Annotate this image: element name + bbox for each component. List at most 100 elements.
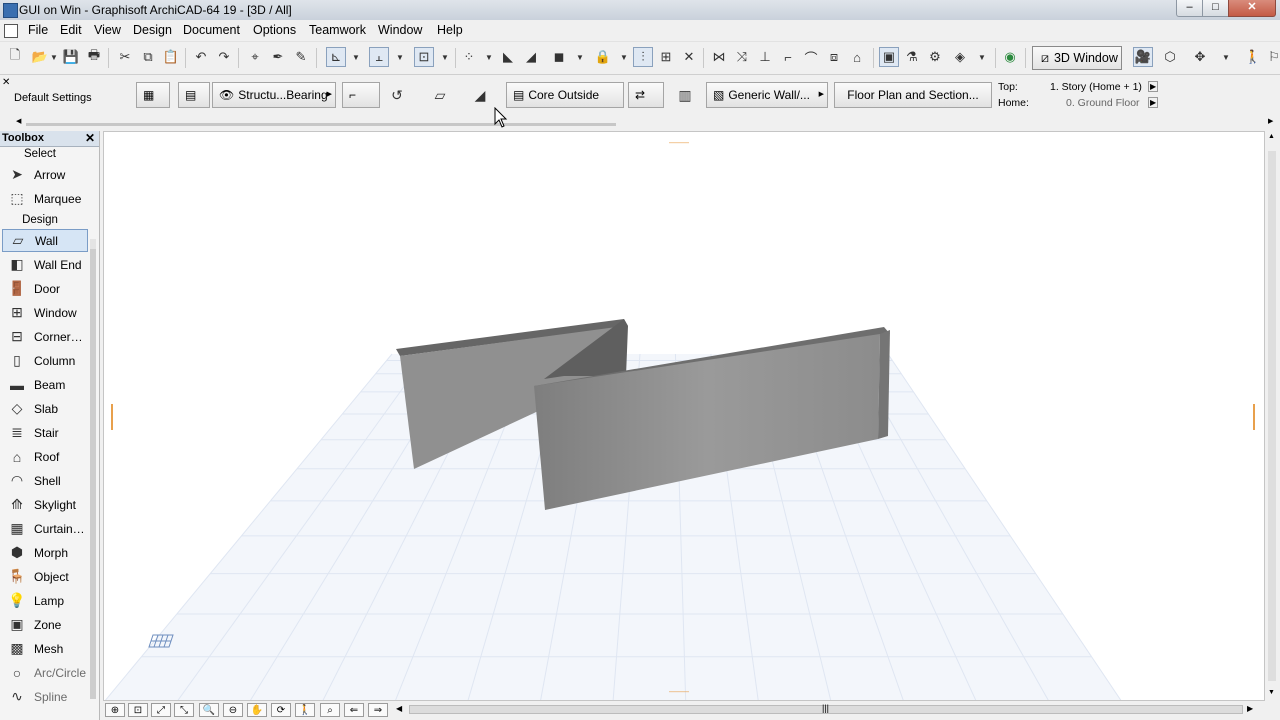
chamfer-icon[interactable]: ⌒: [801, 47, 821, 67]
scroll-thumb[interactable]: [26, 123, 616, 126]
magnify-icon[interactable]: 🔍: [199, 703, 219, 717]
grid-snap-dropdown[interactable]: ▼: [484, 47, 494, 67]
tool-wall[interactable]: ▱ Wall: [2, 229, 88, 252]
fillet-icon[interactable]: ⌐: [778, 47, 798, 67]
tool-corner[interactable]: ⊟ Corner…: [2, 325, 88, 348]
group-dropdown[interactable]: ▼: [575, 47, 585, 67]
toolbox-scroll-thumb[interactable]: [90, 249, 96, 699]
tool-beam[interactable]: ▬ Beam: [2, 373, 88, 396]
vertical-scroll-thumb[interactable]: [1268, 151, 1276, 681]
tool-arrow[interactable]: ➤ Arrow: [2, 163, 88, 186]
3d-viewport[interactable]: –––– ––––: [103, 131, 1265, 701]
tool-lamp[interactable]: 💡 Lamp: [2, 589, 88, 612]
favorites-icon[interactable]: ◈: [950, 47, 970, 67]
open-folder-icon[interactable]: 📂: [30, 47, 50, 67]
navigator-icon[interactable]: ✥: [1190, 47, 1210, 67]
explore-icon[interactable]: 🚶: [295, 703, 315, 717]
tool-spline[interactable]: ∿ Spline: [2, 685, 88, 708]
scroll-up-icon[interactable]: ▲: [1268, 133, 1275, 140]
adjust-icon[interactable]: ⤨: [732, 47, 752, 67]
redo-icon[interactable]: ↷: [214, 47, 234, 67]
tool-door[interactable]: 🚪 Door: [2, 277, 88, 300]
guide-lines-icon[interactable]: ⊾: [326, 47, 346, 67]
intersect-icon[interactable]: ⊥: [755, 47, 775, 67]
tool-skylight[interactable]: ⟰ Skylight: [2, 493, 88, 516]
core-position-button[interactable]: ▤ Core Outside: [506, 82, 624, 108]
menu-options[interactable]: Options: [253, 23, 296, 37]
info-box-scrollbar[interactable]: ◀ ▶: [16, 117, 1276, 128]
home-story-value[interactable]: 0. Ground Floor: [1066, 97, 1140, 109]
menu-edit[interactable]: Edit: [60, 23, 82, 37]
close-window-button[interactable]: ✕: [1228, 0, 1276, 17]
find-select-icon[interactable]: ⌖: [245, 47, 265, 67]
scroll-down-icon[interactable]: ▼: [1268, 689, 1275, 696]
tool-window[interactable]: ⊞ Window: [2, 301, 88, 324]
archicad-app-icon[interactable]: [3, 3, 18, 18]
toolbox-close-icon[interactable]: ✕: [85, 131, 95, 145]
save-icon[interactable]: 💾: [61, 47, 81, 67]
record-icon[interactable]: ◉: [1000, 47, 1020, 67]
tool-mesh[interactable]: ▩ Mesh: [2, 637, 88, 660]
tool-slab[interactable]: ◇ Slab: [2, 397, 88, 420]
menu-file[interactable]: File: [28, 23, 48, 37]
top-story-value[interactable]: 1. Story (Home + 1): [1050, 81, 1142, 93]
3d-box-icon[interactable]: ⬡: [1160, 47, 1180, 67]
lock-dropdown[interactable]: ▼: [619, 47, 629, 67]
zoom-window-icon[interactable]: ⊡: [128, 703, 148, 717]
pick-up-parameters-icon[interactable]: ✒: [268, 47, 288, 67]
scroll-left-icon[interactable]: ◀: [16, 117, 21, 125]
maximize-button[interactable]: □: [1202, 0, 1229, 17]
tool-marquee[interactable]: ⬚ Marquee: [2, 187, 88, 210]
more-icon[interactable]: ⚐: [1264, 47, 1280, 67]
menu-document[interactable]: Document: [183, 23, 240, 37]
favorites-dropdown[interactable]: ▼: [977, 47, 987, 67]
snap-guides-icon[interactable]: ⫠: [369, 47, 389, 67]
gravity-dropdown[interactable]: ▼: [440, 47, 450, 67]
navigate-forward-icon[interactable]: ⇒: [368, 703, 388, 717]
camera-icon[interactable]: 🎥: [1133, 47, 1153, 67]
menu-view[interactable]: View: [94, 23, 121, 37]
marquee-select-icon[interactable]: ▣: [879, 47, 899, 67]
reference-line-button[interactable]: ⌐: [342, 82, 380, 108]
cross-tool-icon[interactable]: ✕: [679, 47, 699, 67]
menu-teamwork[interactable]: Teamwork: [309, 23, 366, 37]
tool-morph[interactable]: ⬢ Morph: [2, 541, 88, 564]
scroll-left-icon[interactable]: ◀: [396, 704, 402, 713]
minimize-button[interactable]: –: [1176, 0, 1203, 17]
home-story-arrow-icon[interactable]: ▶: [1148, 97, 1159, 108]
print-icon[interactable]: 🖶: [84, 47, 104, 67]
info-box-close-icon[interactable]: ✕: [2, 77, 10, 88]
viewport-vertical-scrollbar[interactable]: ▲ ▼: [1266, 131, 1278, 701]
flip-button[interactable]: ⇄: [628, 82, 664, 108]
wall-trapezoid-icon[interactable]: ◢: [469, 85, 491, 105]
new-file-icon[interactable]: 🗋: [5, 47, 25, 67]
tool-arc-circle[interactable]: ○ Arc/Circle: [2, 661, 88, 684]
3d-window-button[interactable]: ⧄ 3D Window: [1032, 46, 1122, 70]
floor-plan-section-button[interactable]: Floor Plan and Section...: [834, 82, 992, 108]
suspend-groups-icon[interactable]: ◣: [498, 47, 518, 67]
group-design[interactable]: Design: [0, 214, 80, 226]
tool-zone[interactable]: ▣ Zone: [2, 613, 88, 636]
wall-settings-button[interactable]: ▦: [136, 82, 170, 108]
group-icon[interactable]: ◼: [549, 47, 569, 67]
menu-help[interactable]: Help: [437, 23, 463, 37]
cut-icon[interactable]: ✂: [115, 47, 135, 67]
layer-visibility-icon[interactable]: ⫶: [633, 47, 653, 67]
layout-book-icon[interactable]: ⊞: [656, 47, 676, 67]
zoom-previous-icon[interactable]: ⤢: [151, 703, 171, 717]
geometry-curved-icon[interactable]: ↺: [386, 85, 408, 105]
pan-icon[interactable]: ✋: [247, 703, 267, 717]
toolbox-header[interactable]: Toolbox ✕: [0, 131, 99, 147]
tool-roof[interactable]: ⌂ Roof: [2, 445, 88, 468]
lock-icon[interactable]: 🔒: [593, 47, 613, 67]
tool-curtain[interactable]: ▦ Curtain…: [2, 517, 88, 540]
group-select[interactable]: Select: [0, 148, 80, 160]
tool-stair[interactable]: ≣ Stair: [2, 421, 88, 444]
toolbox-scrollbar[interactable]: [90, 239, 96, 699]
grid-snap-icon[interactable]: ⁘: [459, 47, 479, 67]
tool-object[interactable]: 🪑 Object: [2, 565, 88, 588]
search-view-icon[interactable]: ⌕: [320, 703, 340, 717]
tool-column[interactable]: ▯ Column: [2, 349, 88, 372]
split-icon[interactable]: ⋈: [709, 47, 729, 67]
navigate-back-icon[interactable]: ⇐: [344, 703, 364, 717]
